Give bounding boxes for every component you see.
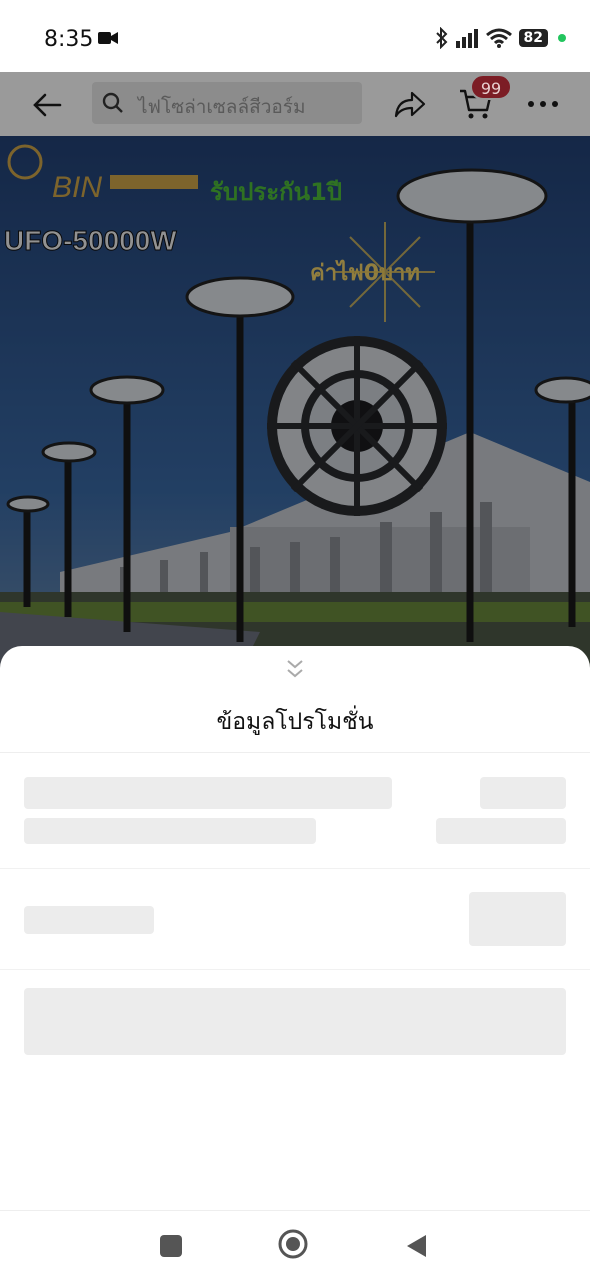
divider — [0, 752, 590, 753]
chevron-down-icon[interactable] — [284, 658, 306, 680]
back-arrow-icon[interactable] — [30, 88, 64, 122]
home-icon[interactable] — [278, 1229, 308, 1259]
search-input[interactable]: ไฟโซล่าเซลล์สีวอร์ม — [92, 82, 362, 124]
status-time: 8:35 — [44, 27, 94, 52]
active-dot — [558, 34, 566, 42]
search-placeholder: ไฟโซล่าเซลล์สีวอร์ม — [138, 96, 306, 118]
more-icon[interactable] — [526, 94, 560, 114]
skeleton-line — [436, 818, 566, 844]
wifi-icon — [485, 28, 512, 48]
skeleton-line — [24, 818, 316, 844]
status-icons: 82 — [435, 25, 566, 51]
back-icon[interactable] — [404, 1233, 428, 1259]
skeleton-block — [24, 988, 566, 1055]
product-image: BIN รับประกัน1ปี UFO-50000W ค่าไฟ0บาท — [0, 72, 590, 672]
video-camera-icon — [98, 32, 118, 44]
divider — [0, 868, 590, 869]
battery-icon: 82 — [518, 29, 548, 47]
bluetooth-icon — [435, 27, 447, 49]
system-nav-bar — [0, 1210, 590, 1280]
recents-icon[interactable] — [160, 1235, 182, 1257]
cart-count-badge: 99 — [470, 74, 512, 100]
search-icon — [102, 92, 123, 113]
promotion-sheet: ข้อมูลโปรโมชั่น — [0, 646, 590, 1210]
divider — [0, 969, 590, 970]
top-toolbar: ไฟโซล่าเซลล์สีวอร์ม 99 — [0, 72, 590, 136]
sheet-title: ข้อมูลโปรโมชั่น — [216, 709, 374, 735]
screen: 8:35 82 BIN รับประกัน1ปี UFO-50000W ค่าไ… — [0, 0, 590, 1280]
share-icon[interactable] — [394, 88, 426, 120]
skeleton-line — [480, 777, 566, 809]
skeleton-line — [24, 906, 154, 934]
status-bar: 8:35 82 — [0, 0, 590, 72]
signal-icon — [455, 29, 478, 48]
skeleton-button — [469, 892, 566, 946]
skeleton-line — [24, 777, 392, 809]
